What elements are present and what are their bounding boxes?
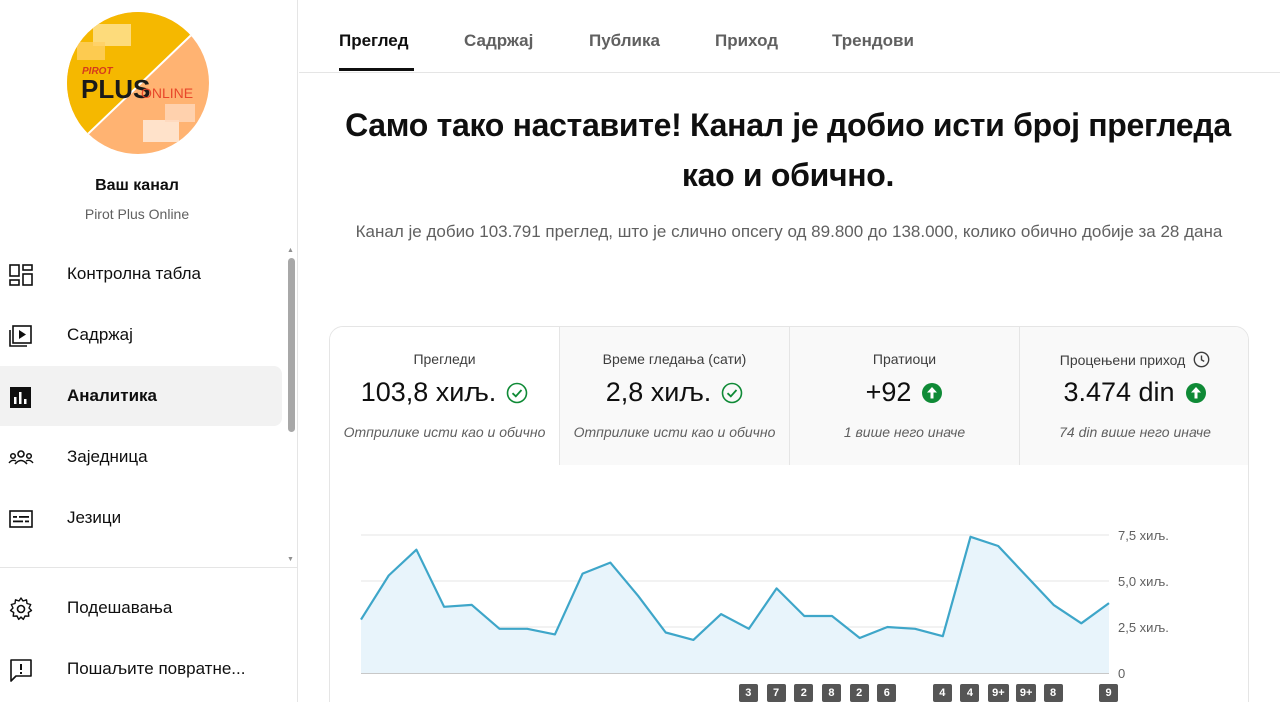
sidebar-item-label: Подешавања [67, 598, 173, 617]
sidebar-item-community[interactable]: Заједница [0, 427, 282, 487]
tab-overview[interactable]: Преглед [339, 31, 409, 51]
arrow-up-icon [922, 382, 943, 403]
svg-text:PLUS: PLUS [81, 74, 150, 104]
metric-value: 3.474 din [1063, 377, 1175, 407]
tab-revenue[interactable]: Приход [715, 31, 778, 51]
metric-value-row: 3.474 din [1020, 377, 1248, 408]
active-tab-indicator [339, 68, 414, 71]
video-badge[interactable]: 4 [960, 684, 980, 702]
analytics-icon [10, 387, 31, 408]
video-badge[interactable]: 2 [794, 684, 814, 702]
sidebar-nav: Контролна табла Садржај Аналитика Заједн… [0, 244, 286, 566]
sidebar-item-label: Аналитика [67, 386, 157, 405]
gear-icon [9, 597, 33, 621]
video-badge[interactable]: 6 [877, 684, 897, 702]
video-badge[interactable]: 8 [1043, 684, 1063, 702]
feedback-icon [10, 659, 32, 682]
sidebar-title: Ваш канал [95, 177, 179, 194]
dashboard-icon [9, 264, 33, 286]
views-chart[interactable]: 7,5 хиљ. 5,0 хиљ. 2,5 хиљ. 0 [330, 465, 1249, 702]
metric-value-row: 2,8 хиљ. [560, 377, 789, 408]
check-circle-icon [721, 382, 743, 403]
metric-note: Отприлике исти као и обично [573, 424, 776, 440]
sidebar-item-label: Пошаљите повратне... [67, 659, 246, 678]
sidebar-divider [0, 567, 298, 568]
metric-tab-views[interactable]: Прегледи 103,8 хиљ. Отприлике исти као и… [330, 327, 559, 465]
sidebar-item-settings[interactable]: Подешавања [0, 578, 282, 638]
arrow-up-icon [1185, 382, 1206, 403]
sidebar-scroll-thumb[interactable] [288, 258, 295, 432]
video-badge[interactable]: 9+ [988, 684, 1009, 702]
metric-value: 2,8 хиљ. [605, 377, 712, 407]
video-badge[interactable]: 9 [1099, 684, 1118, 702]
metric-value-row: +92 [790, 377, 1019, 408]
content-icon [9, 325, 32, 347]
subtitles-icon [9, 510, 33, 528]
clock-icon[interactable] [1193, 351, 1210, 368]
check-circle-icon [507, 382, 528, 403]
analytics-tabs: Преглед Садржај Публика Приход Трендови [299, 0, 1280, 73]
sidebar-item-content[interactable]: Садржај [0, 305, 282, 365]
y-tick-label: 2,5 хиљ. [1118, 620, 1169, 635]
channel-avatar[interactable]: PIROT PLUS ONLINE [67, 12, 209, 154]
sidebar-item-dashboard[interactable]: Контролна табла [0, 244, 282, 304]
channel-name: Pirot Plus Online [84, 206, 190, 222]
sidebar-item-label: Језици [67, 508, 122, 527]
channel-logo-icon: PIROT PLUS ONLINE [67, 12, 209, 154]
y-tick-label: 0 [1118, 666, 1125, 681]
metric-note: Отприлике исти као и обично [343, 424, 546, 440]
sidebar-item-label: Контролна табла [67, 264, 201, 283]
overview-card: Прегледи 103,8 хиљ. Отприлике исти као и… [329, 326, 1249, 702]
video-badge[interactable]: 7 [766, 684, 786, 702]
metric-label: Пратиоци [872, 351, 937, 367]
sidebar: PIROT PLUS ONLINE Ваш канал Pirot Plus O… [0, 0, 298, 702]
video-badge[interactable]: 4 [932, 684, 952, 702]
sidebar-item-languages[interactable]: Језици [0, 488, 282, 548]
tab-audience[interactable]: Публика [589, 31, 660, 51]
y-tick-label: 5,0 хиљ. [1118, 574, 1169, 589]
scroll-up-icon[interactable]: ▲ [287, 247, 294, 254]
page-headline: Само тако наставите! Канал је добио исти… [345, 107, 1231, 193]
metric-label-row: Процењени приход [1020, 351, 1248, 368]
community-icon [8, 450, 34, 465]
sidebar-item-partial[interactable] [0, 549, 282, 566]
metric-label: Прегледи [413, 351, 476, 367]
video-badge[interactable]: 2 [849, 684, 869, 702]
video-badge[interactable]: 9+ [1015, 684, 1037, 702]
metric-value: 103,8 хиљ. [360, 377, 497, 407]
scroll-down-icon[interactable]: ▼ [287, 556, 294, 563]
metric-value-row: 103,8 хиљ. [330, 377, 559, 408]
headline-summary: Канал је добио 103.791 преглед, што је с… [355, 222, 1223, 241]
metric-note: 1 више него иначе [843, 424, 966, 440]
sidebar-item-feedback[interactable]: Пошаљите повратне... [0, 639, 282, 699]
video-badge[interactable]: 8 [821, 684, 841, 702]
metric-value: +92 [865, 377, 912, 407]
metric-tab-revenue[interactable]: Процењени приход 3.474 din 74 din више н… [1019, 327, 1248, 465]
metric-tab-subscribers[interactable]: Пратиоци +92 1 више него иначе [789, 327, 1019, 465]
svg-text:ONLINE: ONLINE [141, 85, 193, 101]
video-badge[interactable]: 3 [738, 684, 758, 702]
metric-note: 74 din више него иначе [1059, 424, 1211, 440]
y-tick-label: 7,5 хиљ. [1118, 528, 1169, 543]
sidebar-item-label: Заједница [67, 447, 148, 466]
metric-tab-watch-time[interactable]: Време гледања (сати) 2,8 хиљ. Отприлике … [559, 327, 789, 465]
metric-label: Време гледања (сати) [602, 351, 747, 367]
studio-analytics-page: PIROT PLUS ONLINE Ваш канал Pirot Plus O… [0, 0, 1280, 702]
tab-content[interactable]: Садржај [464, 31, 533, 51]
sidebar-item-analytics[interactable]: Аналитика [0, 366, 282, 426]
metric-label: Процењени приход [1059, 352, 1186, 368]
sidebar-item-label: Садржај [67, 325, 133, 344]
tab-trends[interactable]: Трендови [832, 31, 914, 51]
